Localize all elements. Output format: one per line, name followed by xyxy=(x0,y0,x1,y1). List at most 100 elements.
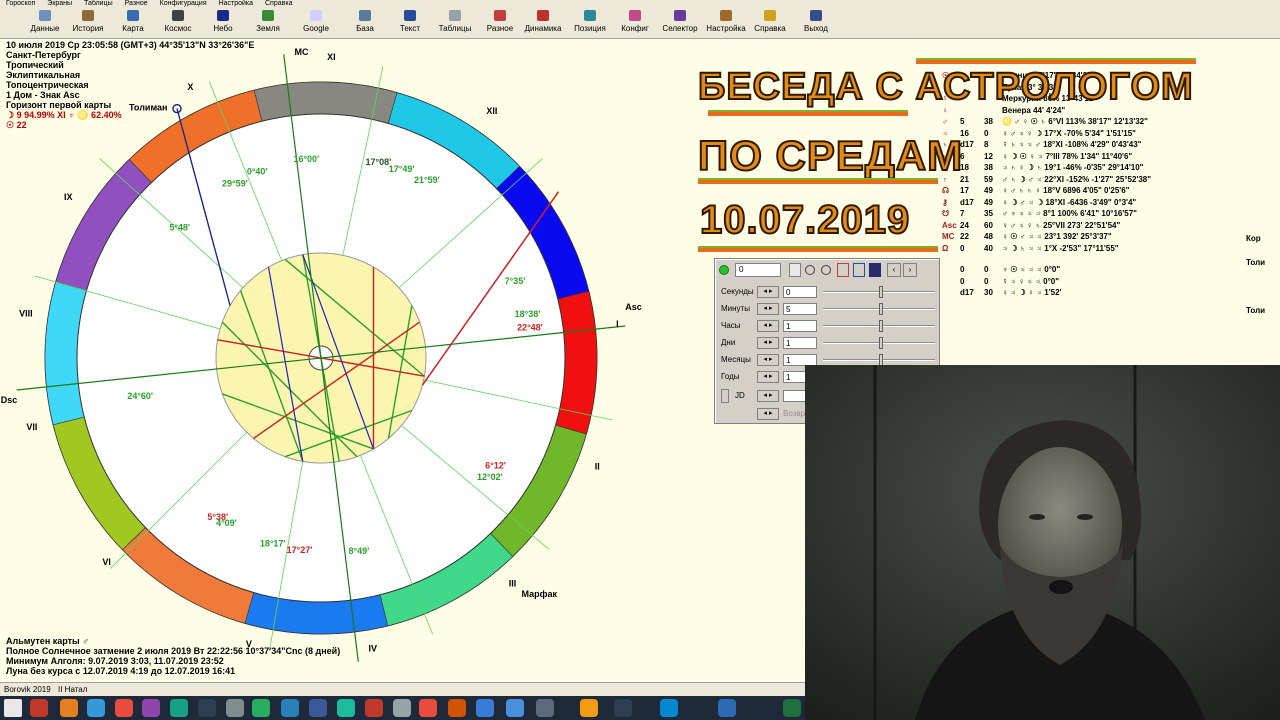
step-slider-thumb[interactable] xyxy=(879,286,883,298)
step-value[interactable]: 1 xyxy=(783,337,817,349)
house-number-label: XI xyxy=(327,52,336,62)
chart-header: 10 июля 2019 Ср 23:05:58 (GMT+3) 44°35'1… xyxy=(6,40,254,130)
taskbar-app-icon[interactable] xyxy=(393,699,411,717)
taskbar-app-icon[interactable] xyxy=(252,699,270,717)
step-slider-thumb[interactable] xyxy=(879,337,883,349)
step-label: Дни xyxy=(721,338,736,347)
taskbar-app-icon[interactable] xyxy=(448,699,466,717)
house-number-label: XII xyxy=(486,106,497,116)
taskbar-app-icon[interactable] xyxy=(580,699,598,717)
toolbar-icon xyxy=(674,10,686,21)
save-icon[interactable] xyxy=(869,263,881,277)
taskbar-app-icon[interactable] xyxy=(365,699,383,717)
taskbar-app-icon[interactable] xyxy=(170,699,188,717)
taskbar-app-icon[interactable] xyxy=(115,699,133,717)
house-number-label: VIII xyxy=(19,309,33,319)
toolbar-button-7[interactable]: База xyxy=(342,9,388,37)
toolbar-button-15[interactable]: Настройка xyxy=(703,9,749,37)
toolbar-label: Небо xyxy=(213,24,233,33)
step-arrows[interactable]: ◂ ▸ xyxy=(757,371,779,383)
step-value[interactable]: 5 xyxy=(783,303,817,315)
step-arrows[interactable]: ◂ ▸ xyxy=(757,354,779,366)
step-toggle-icon[interactable] xyxy=(789,263,801,277)
point-degree: 0 xyxy=(960,265,965,274)
menu-item-settings[interactable]: Настройка xyxy=(219,0,253,7)
toolbar-button-12[interactable]: Позиция xyxy=(567,9,613,37)
taskbar-app-icon[interactable] xyxy=(142,699,160,717)
step-slider-thumb[interactable] xyxy=(879,303,883,315)
calendar-icon[interactable] xyxy=(837,263,849,277)
menu-item-horoscope[interactable]: Гороскоп xyxy=(6,0,35,7)
toolbar-button-14[interactable]: Селектор xyxy=(657,9,703,37)
taskbar-app-icon[interactable] xyxy=(660,699,678,717)
toolbar-button-17[interactable]: Выход xyxy=(793,9,839,37)
step-field[interactable]: 0 xyxy=(735,263,781,277)
prev-icon[interactable]: ‹ xyxy=(887,263,901,277)
taskbar-app-icon[interactable] xyxy=(226,699,244,717)
taskbar-app-icon[interactable] xyxy=(198,699,216,717)
toolbar-label: Карта xyxy=(122,24,144,33)
step-value[interactable]: 0 xyxy=(783,286,817,298)
toolbar-button-0[interactable]: Данные xyxy=(22,9,68,37)
menu-item-misc[interactable]: Разное xyxy=(125,0,148,7)
start-button-icon[interactable] xyxy=(4,699,22,717)
toolbar-icon xyxy=(494,10,506,21)
toolbar-icon xyxy=(172,10,184,21)
taskbar-app-icon[interactable] xyxy=(614,699,632,717)
stop-icon[interactable] xyxy=(805,265,815,275)
step-arrows[interactable]: ◂ ▸ xyxy=(757,337,779,349)
step-arrows[interactable]: ◂ ▸ xyxy=(757,390,779,402)
toolbar-button-11[interactable]: Динамика xyxy=(520,9,566,37)
toolbar-icon xyxy=(629,10,641,21)
step-arrows[interactable]: ◂ ▸ xyxy=(757,320,779,332)
footer-void-moon: Луна без курса с 12.07.2019 4:19 до 12.0… xyxy=(6,666,236,676)
taskbar-app-icon[interactable] xyxy=(309,699,327,717)
taskbar-app-icon[interactable] xyxy=(30,699,48,717)
toolbar-button-3[interactable]: Космос xyxy=(155,9,201,37)
menu-item-tables[interactable]: Таблицы xyxy=(84,0,113,7)
toolbar-button-4[interactable]: Небо xyxy=(200,9,246,37)
taskbar-app-icon[interactable] xyxy=(536,699,554,717)
step-arrows[interactable]: ◂ ▸ xyxy=(757,286,779,298)
run-indicator-icon[interactable] xyxy=(719,265,729,275)
step-value[interactable]: 1 xyxy=(783,320,817,332)
toolbar-label: Справка xyxy=(754,24,786,33)
toolbar-button-6[interactable]: Google xyxy=(293,9,339,37)
step-arrows[interactable]: ◂ ▸ xyxy=(757,303,779,315)
menu-item-config[interactable]: Конфигурация xyxy=(160,0,207,7)
toolbar-button-13[interactable]: Конфиг xyxy=(612,9,658,37)
header-moon: ☽ 9 94.99% XI ♅ ♌ 62.40% xyxy=(6,110,122,120)
toolbar-label: Космос xyxy=(164,24,192,33)
taskbar-app-icon[interactable] xyxy=(783,699,801,717)
taskbar-app-icon[interactable] xyxy=(419,699,437,717)
step-slider-thumb[interactable] xyxy=(879,320,883,332)
menu-item-help[interactable]: Справка xyxy=(265,0,292,7)
taskbar-app-icon[interactable] xyxy=(87,699,105,717)
step-arrows[interactable]: ◂ ▸ xyxy=(757,408,779,420)
record-icon[interactable] xyxy=(821,265,831,275)
toolbar-icon xyxy=(262,10,274,21)
mc-label: MC xyxy=(295,47,309,57)
next-icon[interactable]: › xyxy=(903,263,917,277)
toolbar-button-10[interactable]: Разное xyxy=(477,9,523,37)
toolbar-button-2[interactable]: Карта xyxy=(110,9,156,37)
header-sun: ☉ 22 xyxy=(6,120,27,130)
jd-toggle[interactable] xyxy=(721,389,729,403)
export-icon[interactable] xyxy=(853,263,865,277)
house-number-label: VI xyxy=(102,557,111,567)
planet-position-label: 21°59' xyxy=(414,175,440,185)
menu-item-screens[interactable]: Экраны xyxy=(47,0,72,7)
toolbar-button-8[interactable]: Текст xyxy=(387,9,433,37)
taskbar-app-icon[interactable] xyxy=(506,699,524,717)
taskbar-app-icon[interactable] xyxy=(337,699,355,717)
taskbar-app-icon[interactable] xyxy=(281,699,299,717)
toolbar-button-9[interactable]: Таблицы xyxy=(432,9,478,37)
planet-position-label: 16°00' xyxy=(293,154,319,164)
taskbar-app-icon[interactable] xyxy=(476,699,494,717)
taskbar-app-icon[interactable] xyxy=(60,699,78,717)
toolbar-button-5[interactable]: Земля xyxy=(245,9,291,37)
toolbar-button-16[interactable]: Справка xyxy=(747,9,793,37)
taskbar-app-icon[interactable] xyxy=(718,699,736,717)
planet-position-label: 7°35' xyxy=(505,276,526,286)
toolbar-button-1[interactable]: История xyxy=(65,9,111,37)
